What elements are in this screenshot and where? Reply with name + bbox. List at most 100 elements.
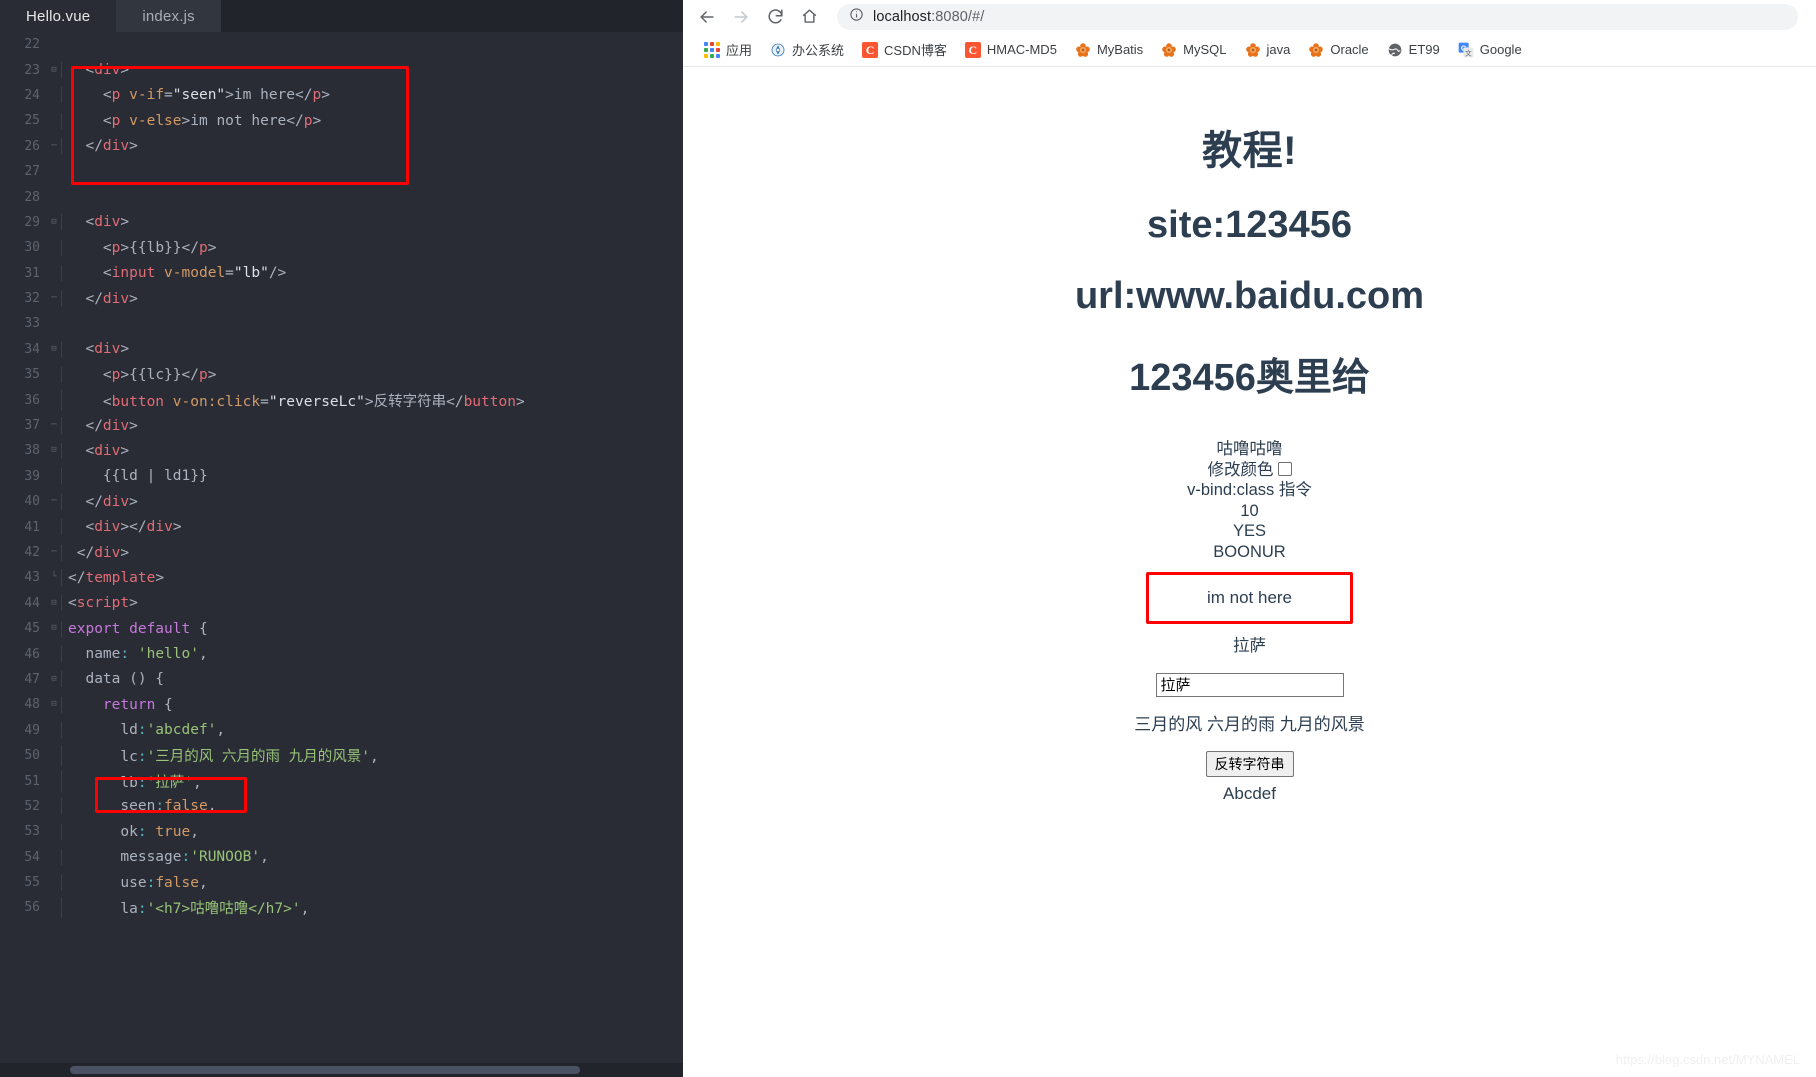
svg-text:文: 文 — [1465, 48, 1472, 57]
code-line: 36 <button v-on:click="reverseLc">反转字符串<… — [0, 387, 683, 412]
reload-icon[interactable] — [759, 1, 791, 33]
fold-marker[interactable]: ⊟ — [47, 674, 61, 684]
bookmark-item-java[interactable]: java — [1236, 39, 1300, 61]
apps-grid-icon — [704, 41, 720, 58]
fold-marker[interactable]: ⊟ — [47, 624, 61, 633]
fold-marker[interactable]: ⊟ — [47, 446, 61, 455]
screen-root: Hello.vue index.js 22 23 ⊟ <div> 24 <p v-if… — [0, 0, 1816, 1077]
browser-toolbar: localhost:8080/#/ — [683, 0, 1816, 33]
fold-marker[interactable]: ⊟ — [47, 344, 61, 354]
line-number: 31 — [24, 265, 40, 281]
code-text: export default { — [61, 620, 683, 637]
bookmark-item-[interactable]: 办公系统 — [761, 37, 853, 62]
fold-marker[interactable]: ⊟ — [47, 700, 61, 709]
bookmark-item-oracle[interactable]: Oracle — [1299, 39, 1377, 61]
code-line: 26 ─ </div> — [0, 134, 683, 159]
tab-index-js[interactable]: index.js — [116, 0, 221, 32]
bookmark-label: Oracle — [1330, 42, 1369, 57]
bookmark-item-google[interactable]: G文 Google — [1449, 39, 1531, 61]
fold-marker[interactable]: ⊟ — [47, 598, 61, 608]
editor-horizontal-scrollbar[interactable] — [0, 1063, 683, 1077]
code-line: 27 — [0, 159, 683, 184]
bookmark-item-[interactable]: 应用 — [695, 37, 761, 62]
bookmark-label: HMAC-MD5 — [986, 42, 1057, 57]
line-number: 46 — [24, 646, 40, 662]
text-lb-value: 拉萨 — [1233, 637, 1266, 655]
code-line: 38 ⊟ <div> — [0, 438, 683, 463]
info-circle-icon[interactable] — [849, 7, 864, 27]
code-line: 39 {{ld | ld1}} — [0, 464, 683, 489]
web-page-viewport: 教程! site:123456 url:www.baidu.com 123456… — [683, 67, 1816, 1077]
code-text: </div> — [61, 544, 683, 561]
csdn-watermark: https://blog.csdn.net/MYNAMEL — [1615, 1052, 1800, 1067]
ide-pane: Hello.vue index.js 22 23 ⊟ <div> 24 <p v-if… — [0, 0, 683, 1077]
bookmark-item-mysql[interactable]: MySQL — [1152, 39, 1235, 61]
code-line: 54 message:'RUNOOB', — [0, 845, 683, 870]
code-text: {{ld | ld1}} — [61, 468, 683, 485]
tab-label: Hello.vue — [26, 7, 91, 25]
browser-pane: localhost:8080/#/ 应用 办公系统 C CSDN博客 C HMAC-MD5… — [683, 0, 1816, 1077]
code-text: data () { — [61, 671, 683, 688]
code-line: 46 name: 'hello', — [0, 641, 683, 666]
bookmark-label: MyBatis — [1096, 42, 1144, 57]
fold-marker[interactable]: ⊟ — [47, 65, 61, 75]
bookmark-item-csdn[interactable]: C CSDN博客 — [853, 37, 956, 62]
code-lines-container: 22 23 ⊟ <div> 24 <p v-if="seen">im here</p>… — [0, 32, 683, 1077]
line-number: 28 — [24, 189, 40, 205]
line-number: 43 — [24, 570, 40, 586]
tab-hello-vue[interactable]: Hello.vue — [0, 0, 117, 32]
page-content: 教程! site:123456 url:www.baidu.com 123456… — [683, 67, 1816, 805]
code-line: 43 └ </template> — [0, 565, 683, 590]
fold-marker[interactable]: └ — [47, 573, 61, 582]
code-line: 33 — [0, 311, 683, 336]
back-icon[interactable] — [691, 1, 723, 33]
reverse-string-button[interactable]: 反转字符串 — [1205, 751, 1294, 777]
line-number: 54 — [24, 849, 40, 865]
change-color-checkbox[interactable] — [1277, 461, 1292, 476]
bookmark-label: CSDN博客 — [884, 43, 947, 58]
line-number: 48 — [24, 697, 40, 713]
home-icon[interactable] — [793, 1, 825, 33]
code-text: message:'RUNOOB', — [61, 849, 683, 866]
code-line: 37 ─ </div> — [0, 413, 683, 438]
forward-icon[interactable] — [725, 1, 757, 33]
bookmark-item-mybatis[interactable]: MyBatis — [1066, 39, 1152, 61]
fold-marker[interactable]: ─ — [47, 548, 61, 557]
code-editor[interactable]: 22 23 ⊟ <div> 24 <p v-if="seen">im here</p>… — [0, 32, 683, 1077]
mybatis-flower-icon — [1245, 42, 1261, 58]
text-yes: YES — [1232, 522, 1267, 540]
code-line: 55 use:false, — [0, 870, 683, 895]
code-line: 28 — [0, 184, 683, 209]
page-heading-url: url:www.baidu.com — [1074, 275, 1425, 317]
fold-marker[interactable]: ⊟ — [47, 217, 61, 227]
fold-marker[interactable]: ─ — [47, 294, 61, 303]
annotation-box-im-not-here: im not here — [1145, 572, 1354, 624]
address-bar[interactable]: localhost:8080/#/ — [837, 3, 1798, 30]
bookmark-item-hmac-md5[interactable]: C HMAC-MD5 — [956, 39, 1066, 61]
fold-marker[interactable]: ─ — [47, 421, 61, 430]
change-color-label: 修改颜色 — [1207, 460, 1274, 479]
code-text: <p>{{lb}}</p> — [61, 239, 683, 256]
code-text: <input v-model="lb"/> — [61, 265, 683, 282]
bookmark-label: java — [1266, 42, 1291, 57]
globe-icon — [1387, 42, 1403, 58]
scrollbar-thumb[interactable] — [70, 1066, 580, 1074]
code-line: 56 la:'<h7>咕噜咕噜</h7>', — [0, 895, 683, 920]
code-line: 44 ⊟ <script> — [0, 591, 683, 616]
lb-text-input[interactable] — [1155, 672, 1344, 697]
line-number: 47 — [24, 671, 40, 687]
fold-marker[interactable]: ─ — [47, 141, 61, 151]
office-icon — [770, 42, 786, 58]
fold-marker[interactable]: ─ — [47, 497, 61, 506]
code-line: 32 ─ </div> — [0, 286, 683, 311]
bookmark-item-et99[interactable]: ET99 — [1378, 39, 1449, 61]
code-text: </template> — [61, 569, 683, 586]
line-number: 25 — [24, 113, 40, 129]
code-line: 52 seen:false, — [0, 794, 683, 819]
line-number: 51 — [24, 773, 40, 789]
text-vbind-class: v-bind:class 指令 — [1187, 481, 1312, 499]
line-number: 34 — [24, 341, 40, 357]
code-line: 48 ⊟ return { — [0, 692, 683, 717]
code-text: ok: true, — [61, 823, 683, 840]
line-number: 37 — [24, 418, 40, 434]
